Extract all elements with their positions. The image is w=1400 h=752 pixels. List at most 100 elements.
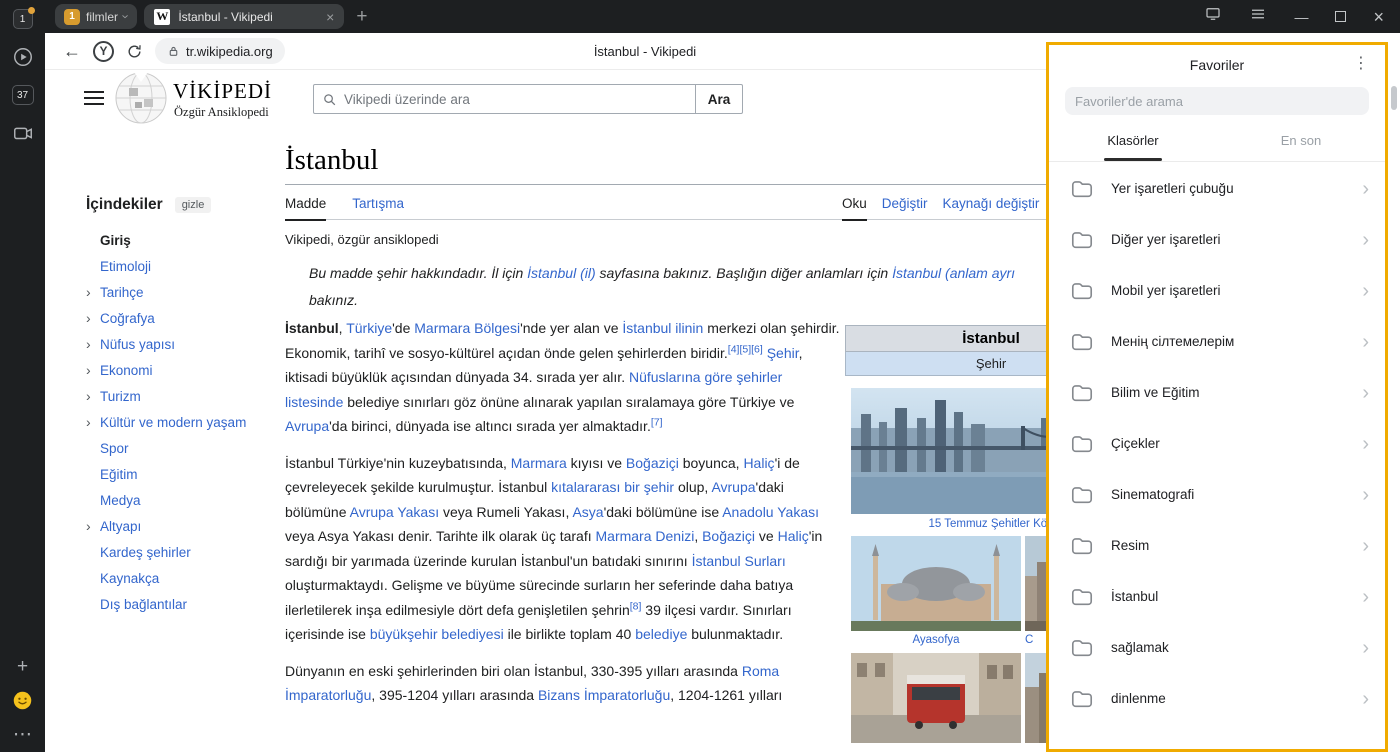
wiki-search-input[interactable]: [344, 92, 687, 107]
article-tab[interactable]: Tartışma: [352, 192, 404, 219]
citation-ref[interactable]: [4][5][6]: [728, 343, 763, 355]
toc-item[interactable]: Dış bağlantılar: [86, 591, 301, 617]
toc-expand-icon[interactable]: ›: [86, 336, 100, 352]
tab-counter[interactable]: 37: [12, 85, 34, 105]
favorites-search-input[interactable]: [1075, 94, 1359, 109]
browser-menu-icon[interactable]: [1249, 5, 1267, 28]
favorites-folder-row[interactable]: Sinematografi›: [1049, 469, 1385, 520]
wiki-link[interactable]: Marmara: [511, 455, 567, 471]
toc-item[interactable]: ›Coğrafya: [86, 305, 301, 331]
toc-item[interactable]: Etimoloji: [86, 253, 301, 279]
toc-expand-icon[interactable]: ›: [86, 388, 100, 404]
wiki-link[interactable]: Avrupa: [711, 479, 755, 495]
wiki-link[interactable]: Türkiye: [346, 320, 392, 336]
wiki-link[interactable]: Bizans İmparatorluğu: [538, 687, 670, 703]
wiki-link[interactable]: Şehir: [767, 345, 799, 361]
wiki-link[interactable]: Avrupa: [285, 418, 329, 434]
toc-item[interactable]: ›Turizm: [86, 383, 301, 409]
toc-hide-button[interactable]: gizle: [175, 197, 212, 213]
wiki-link[interactable]: İstanbul (anlam ayrı: [892, 265, 1015, 281]
wiki-link[interactable]: Haliç: [778, 528, 809, 544]
wiki-link[interactable]: büyükşehir belediyesi: [370, 626, 504, 642]
tab-recent[interactable]: En son: [1217, 133, 1385, 161]
toc-item[interactable]: Medya: [86, 487, 301, 513]
infobox-image-ayasofya[interactable]: [851, 536, 1021, 631]
toc-expand-icon[interactable]: ›: [86, 284, 100, 300]
infobox-caption-ayasofya[interactable]: Ayasofya: [851, 631, 1021, 651]
toc-expand-icon[interactable]: ›: [86, 362, 100, 378]
back-button[interactable]: ←: [63, 41, 81, 62]
address-bar[interactable]: tr.wikipedia.org: [155, 38, 285, 64]
wiki-link[interactable]: Asya: [572, 504, 603, 520]
toc-expand-icon[interactable]: ›: [86, 414, 100, 430]
folder-label: Diğer yer işaretleri: [1111, 232, 1346, 247]
add-panel-icon[interactable]: +: [17, 657, 28, 676]
wiki-link[interactable]: kıtalararası bir şehir: [551, 479, 674, 495]
toc-item[interactable]: ›Nüfus yapısı: [86, 331, 301, 357]
wiki-search-button[interactable]: Ara: [696, 84, 743, 114]
favorites-folder-row[interactable]: Resim›: [1049, 520, 1385, 571]
citation-ref[interactable]: [7]: [651, 416, 663, 428]
favorites-folder-row[interactable]: Çiçekler›: [1049, 418, 1385, 469]
refresh-button[interactable]: [126, 43, 143, 60]
article-tab[interactable]: Madde: [285, 192, 326, 221]
tab-folders[interactable]: Klasörler: [1049, 133, 1217, 161]
wiki-link[interactable]: Marmara Denizi: [596, 528, 695, 544]
close-window-icon[interactable]: ×: [1373, 8, 1384, 26]
wiki-link[interactable]: İstanbul Surları: [692, 553, 786, 569]
favorites-folder-row[interactable]: sağlamak›: [1049, 622, 1385, 673]
screen-capture-icon[interactable]: [12, 122, 34, 144]
tab-istanbul-vikipedi[interactable]: W İstanbul - Vikipedi ×: [144, 4, 344, 29]
wiki-search-box[interactable]: [313, 84, 696, 114]
wiki-link[interactable]: Boğaziçi: [626, 455, 679, 471]
favorites-folder-row[interactable]: Менің сілтемелерім›: [1049, 316, 1385, 367]
favorites-folder-row[interactable]: İstanbul›: [1049, 571, 1385, 622]
url-text: tr.wikipedia.org: [186, 44, 273, 59]
toc-item[interactable]: Kardeş şehirler: [86, 539, 301, 565]
favorites-search[interactable]: [1065, 87, 1369, 115]
wiki-link[interactable]: Marmara Bölgesi: [414, 320, 520, 336]
more-options-icon[interactable]: ⋯: [13, 725, 32, 744]
wiki-link[interactable]: İstanbul ilinin: [622, 320, 703, 336]
toc-item[interactable]: ›Tarihçe: [86, 279, 301, 305]
favorites-folder-row[interactable]: Mobil yer işaretleri›: [1049, 265, 1385, 316]
toc-item[interactable]: ›Altyapı: [86, 513, 301, 539]
wiki-link[interactable]: Boğaziçi: [702, 528, 755, 544]
maximize-icon[interactable]: [1335, 11, 1346, 22]
wiki-main-menu-icon[interactable]: [84, 91, 104, 109]
article-tab[interactable]: Değiştir: [882, 192, 928, 219]
toc-item[interactable]: Kaynakça: [86, 565, 301, 591]
wiki-link[interactable]: Haliç: [743, 455, 774, 471]
tab-group-filmler[interactable]: 1 filmler ›: [55, 4, 137, 29]
tab-close-icon[interactable]: ×: [326, 10, 334, 24]
cast-screen-icon[interactable]: [1204, 5, 1222, 28]
article-tab[interactable]: Oku: [842, 192, 867, 221]
toc-expand-icon[interactable]: ›: [86, 310, 100, 326]
video-play-icon[interactable]: [12, 46, 34, 68]
toc-item[interactable]: ›Ekonomi: [86, 357, 301, 383]
wiki-link[interactable]: belediye: [635, 626, 687, 642]
tab-group-rail-badge[interactable]: 1: [13, 9, 33, 29]
scrollbar-thumb[interactable]: [1391, 86, 1397, 110]
citation-ref[interactable]: [8]: [630, 600, 642, 612]
wiki-link[interactable]: Anadolu Yakası: [722, 504, 819, 520]
favorites-folder-row[interactable]: Yer işaretleri çubuğu›: [1049, 163, 1385, 214]
favorites-folder-row[interactable]: dinlenme›: [1049, 673, 1385, 724]
yandex-logo-icon[interactable]: Y: [93, 41, 114, 62]
favorites-folder-row[interactable]: Diğer yer işaretleri›: [1049, 214, 1385, 265]
wiki-link[interactable]: İstanbul (il): [527, 265, 595, 281]
toc-item[interactable]: Eğitim: [86, 461, 301, 487]
wikipedia-logo[interactable]: [115, 72, 167, 129]
smiley-mood-icon[interactable]: [12, 690, 33, 711]
article-tab[interactable]: Kaynağı değiştir: [943, 192, 1040, 219]
favorites-folder-row[interactable]: Bilim ve Eğitim›: [1049, 367, 1385, 418]
toc-item[interactable]: ›Kültür ve modern yaşam: [86, 409, 301, 435]
toc-item[interactable]: Spor: [86, 435, 301, 461]
kebab-menu-icon[interactable]: ⋮: [1353, 56, 1369, 72]
infobox-image-tram[interactable]: [851, 653, 1021, 743]
toc-expand-icon[interactable]: ›: [86, 518, 100, 534]
minimize-icon[interactable]: —: [1294, 10, 1308, 24]
toc-item[interactable]: Giriş: [86, 227, 301, 253]
wiki-link[interactable]: Avrupa Yakası: [350, 504, 440, 520]
new-tab-button[interactable]: +: [356, 7, 367, 26]
